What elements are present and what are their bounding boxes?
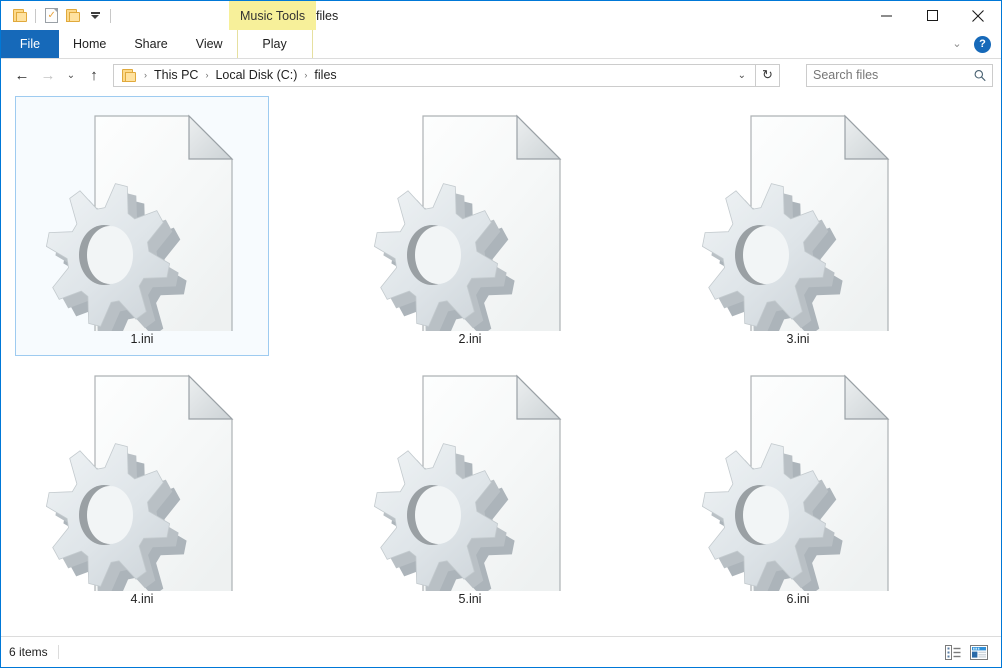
- window-title: files: [316, 8, 339, 23]
- close-button[interactable]: [955, 1, 1001, 30]
- customize-caret-icon[interactable]: [84, 5, 106, 27]
- search-icon: [974, 69, 986, 81]
- file-explorer-window: ✓ Music Tools files File Home Share View…: [0, 0, 1002, 668]
- page-fold: [188, 374, 234, 420]
- ribbon-right-controls: ⌄ ?: [949, 30, 1001, 58]
- address-dropdown-icon[interactable]: ⌄: [729, 70, 755, 81]
- ini-file-icon: [45, 114, 234, 344]
- large-icons-view-button[interactable]: [969, 642, 989, 662]
- file-name-label: 2.ini: [458, 332, 482, 346]
- ini-file-icon: [701, 374, 890, 604]
- file-item[interactable]: 2.ini: [343, 96, 597, 356]
- minimize-button[interactable]: [863, 1, 909, 30]
- file-name-label: 1.ini: [130, 332, 154, 346]
- up-button[interactable]: ↑: [81, 62, 107, 88]
- file-item[interactable]: 1.ini: [15, 96, 269, 356]
- ribbon-tab-strip: File Home Share View Play ⌄ ?: [1, 30, 1001, 59]
- page-fold: [516, 374, 562, 420]
- ini-file-icon-wrapper: [698, 103, 898, 344]
- ini-file-icon-wrapper: [370, 103, 570, 344]
- ini-file-icon: [373, 374, 562, 604]
- tab-play[interactable]: Play: [236, 30, 313, 58]
- recent-locations-button[interactable]: ⌄: [61, 62, 81, 88]
- page-fold: [844, 114, 890, 160]
- breadcrumb-separator: ›: [304, 69, 308, 80]
- maximize-button[interactable]: [909, 1, 955, 30]
- ini-file-icon: [701, 114, 890, 344]
- address-folder-icon: [118, 64, 140, 86]
- view-mode-buttons: [943, 642, 993, 662]
- address-bar[interactable]: › This PC › Local Disk (C:) › files ⌄: [113, 63, 756, 87]
- file-item[interactable]: 3.ini: [671, 96, 925, 356]
- ini-file-icon-wrapper: [698, 363, 898, 604]
- ini-file-icon: [45, 374, 234, 604]
- page-fold: [516, 114, 562, 160]
- search-input[interactable]: [813, 68, 974, 82]
- details-view-button[interactable]: [943, 642, 963, 662]
- ini-file-icon-wrapper: [42, 363, 242, 604]
- folder-icon[interactable]: [9, 5, 31, 27]
- forward-button: →: [40, 66, 56, 84]
- breadcrumb-separator: ›: [205, 69, 209, 80]
- status-bar: 6 items: [1, 636, 1001, 667]
- back-button[interactable]: ←: [9, 62, 35, 88]
- file-name-label: 3.ini: [786, 332, 810, 346]
- file-item[interactable]: 6.ini: [671, 356, 925, 616]
- refresh-icon[interactable]: ↻: [756, 63, 780, 87]
- properties-icon[interactable]: ✓: [40, 5, 62, 27]
- file-item[interactable]: 5.ini: [343, 356, 597, 616]
- file-grid: 1.ini 2.ini 3.ini 4.ini 5.ini 6.ini: [15, 96, 975, 616]
- quick-access-toolbar: ✓: [1, 1, 115, 30]
- new-folder-icon[interactable]: [62, 5, 84, 27]
- breadcrumb-local-disk[interactable]: Local Disk (C:): [212, 68, 300, 82]
- qat-separator-2: [110, 8, 111, 23]
- chevron-down-icon[interactable]: ⌄: [949, 38, 965, 50]
- breadcrumb-files[interactable]: files: [311, 68, 339, 82]
- caption-buttons: [863, 1, 1001, 30]
- file-item[interactable]: 4.ini: [15, 356, 269, 616]
- file-name-label: 5.ini: [458, 592, 482, 606]
- search-box[interactable]: [806, 63, 993, 87]
- tab-home[interactable]: Home: [59, 30, 120, 58]
- tab-file[interactable]: File: [1, 30, 59, 58]
- breadcrumb-this-pc[interactable]: This PC: [151, 68, 201, 82]
- page-fold: [188, 114, 234, 160]
- page-fold: [844, 374, 890, 420]
- ini-file-icon: [373, 114, 562, 344]
- qat-separator-1: [35, 8, 36, 23]
- ini-file-icon-wrapper: [42, 103, 242, 344]
- ini-file-icon-wrapper: [370, 363, 570, 604]
- file-name-label: 4.ini: [130, 592, 154, 606]
- item-count-label: 6 items: [9, 645, 59, 659]
- contextual-tab-group-music-tools: Music Tools: [229, 1, 317, 30]
- file-list-content[interactable]: 1.ini 2.ini 3.ini 4.ini 5.ini 6.ini: [1, 92, 1001, 636]
- tab-view[interactable]: View: [182, 30, 237, 58]
- file-name-label: 6.ini: [786, 592, 810, 606]
- breadcrumb-separator: ›: [144, 69, 147, 80]
- help-button[interactable]: ?: [974, 35, 991, 53]
- tab-share[interactable]: Share: [120, 30, 181, 58]
- title-bar: ✓ Music Tools files: [1, 1, 1001, 30]
- address-bar-row: ← → ⌄ ↑ › This PC › Local Disk (C:) › fi…: [1, 59, 1001, 92]
